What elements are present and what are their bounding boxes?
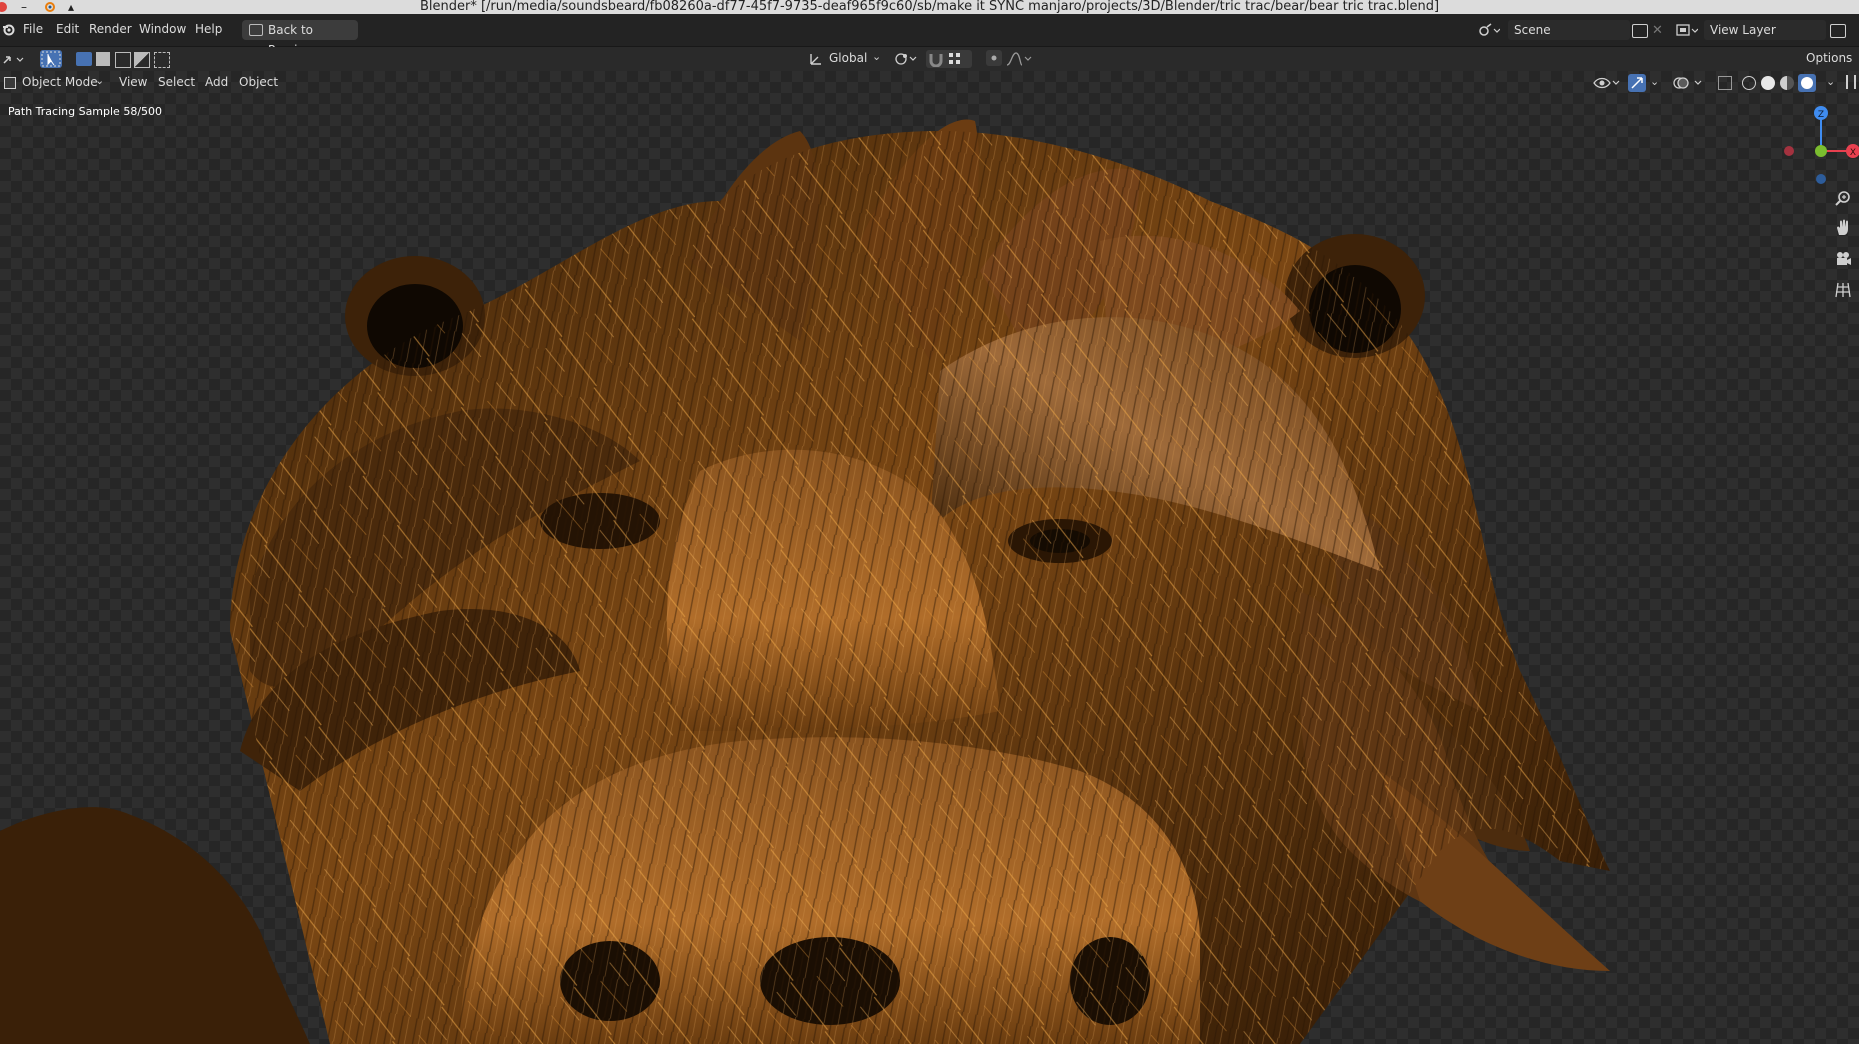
pivot-point-icon[interactable] [894, 51, 918, 70]
viewport-shading-icons [1740, 74, 1822, 92]
solid-shading-icon[interactable] [1761, 76, 1775, 90]
gizmo-toggle-icon[interactable] [1628, 74, 1646, 92]
scene-name: Scene [1514, 23, 1551, 37]
back-screen-icon [249, 24, 263, 36]
transform-orientation-value[interactable]: Global [829, 51, 867, 65]
chevron-down-icon[interactable]: ⌄ [872, 50, 881, 63]
overlays-icon[interactable] [1672, 75, 1702, 94]
select-tool-button[interactable] [40, 50, 62, 68]
top-menubar: File Edit Render Window Help Back to Pre… [0, 14, 1859, 57]
rendered-shading-icon[interactable] [1798, 74, 1816, 92]
grid-icon[interactable] [1833, 281, 1853, 301]
select-extend-icon[interactable] [96, 52, 110, 66]
snap-increment-icon[interactable] [948, 52, 962, 69]
options-menu[interactable]: Options [1806, 51, 1852, 65]
viewport-menu-view[interactable]: View [119, 75, 147, 89]
object-mode-dropdown[interactable]: Object Mode [22, 75, 98, 89]
visibility-eye-icon[interactable] [1592, 75, 1620, 94]
select-intersect-icon[interactable] [154, 52, 170, 68]
viewport-menu-object[interactable]: Object [239, 75, 278, 89]
neg-z-axis-handle[interactable] [1816, 174, 1826, 184]
snap-icon[interactable] [928, 51, 944, 70]
menu-edit[interactable]: Edit [56, 22, 79, 36]
select-subtract-icon[interactable] [115, 52, 131, 68]
blender-menu-icon[interactable] [2, 22, 16, 39]
object-mode-icon [4, 77, 16, 89]
window-titlebar: – ▴ Blender* [/run/media/soundsbeard/fb0… [0, 0, 1859, 14]
gizmo-chevron-down-icon[interactable]: ⌄ [1650, 75, 1659, 88]
material-preview-icon[interactable] [1780, 76, 1794, 90]
editor-type-icon[interactable] [2, 51, 26, 70]
window-title: Blender* [/run/media/soundsbeard/fb08260… [419, 0, 1440, 14]
mode-chevron-down-icon[interactable]: ⌄ [95, 74, 104, 87]
snap-group [926, 50, 972, 68]
view-layer-icon[interactable] [1676, 23, 1699, 40]
proportional-edit-icon[interactable] [986, 50, 1002, 66]
new-scene-icon[interactable] [1632, 24, 1648, 38]
new-view-layer-icon[interactable] [1830, 24, 1846, 38]
menu-render[interactable]: Render [89, 22, 132, 36]
render-status-text: Path Tracing Sample 58/500 [8, 105, 163, 118]
neg-x-axis-handle[interactable] [1784, 146, 1794, 156]
delete-scene-icon[interactable]: ✕ [1652, 23, 1663, 38]
tool-header: Global ⌄ Options [0, 47, 1859, 71]
3d-viewport[interactable]: Object Mode ⌄ View Select Add Object ⌄ ⌄… [0, 71, 1859, 1044]
menu-window[interactable]: Window [139, 22, 186, 36]
view-layer-name: View Layer [1710, 23, 1776, 37]
sidebar-toggle-icon[interactable] [1846, 75, 1856, 89]
navigation-gizmo[interactable]: Z X [1779, 99, 1859, 189]
select-invert-icon[interactable] [134, 52, 150, 68]
scene-icon[interactable] [1478, 23, 1501, 40]
falloff-icon[interactable] [1006, 51, 1032, 70]
wireframe-shading-icon[interactable] [1742, 76, 1756, 90]
pan-hand-icon[interactable] [1833, 219, 1853, 239]
transform-orientation-icon[interactable] [808, 51, 824, 70]
viewport-menu-select[interactable]: Select [158, 75, 195, 89]
view-layer-field[interactable]: View Layer [1704, 20, 1826, 40]
zoom-icon[interactable] [1833, 190, 1853, 210]
select-box-icon[interactable] [76, 52, 92, 66]
viewport-menu-add[interactable]: Add [205, 75, 228, 89]
viewport-header: Object Mode ⌄ View Select Add Object ⌄ ⌄ [0, 71, 1859, 95]
menu-file[interactable]: File [23, 22, 43, 36]
selection-mode-group [76, 50, 172, 68]
camera-icon[interactable] [1833, 250, 1853, 270]
rendered-bear-head-image [0, 119, 1610, 1044]
xray-toggle-icon[interactable] [1718, 76, 1732, 90]
y-axis-handle[interactable] [1815, 145, 1827, 157]
z-axis-label: Z [1818, 110, 1824, 120]
back-to-previous-button[interactable]: Back to Previous [242, 20, 358, 57]
shading-chevron-down-icon[interactable]: ⌄ [1826, 75, 1835, 88]
x-axis-label: X [1850, 148, 1856, 158]
scene-field[interactable]: Scene [1508, 20, 1630, 40]
menu-help[interactable]: Help [195, 22, 222, 36]
